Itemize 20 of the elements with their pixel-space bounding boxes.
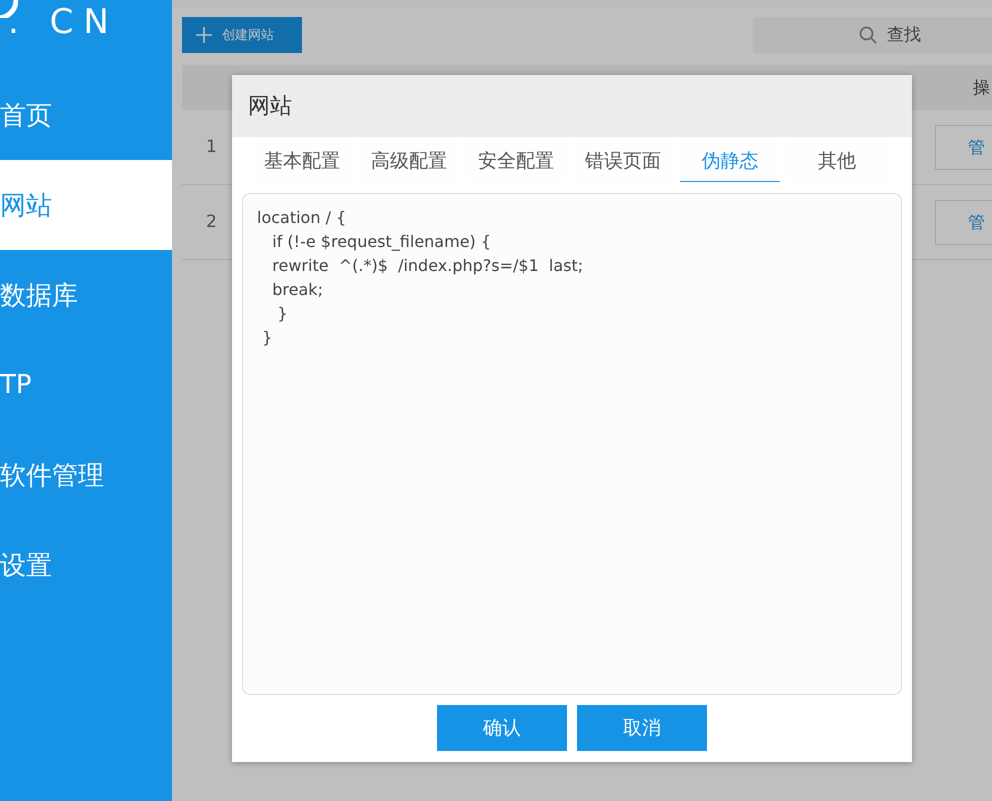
logo-text: . CN xyxy=(8,2,119,42)
column-header: 操 xyxy=(973,77,991,99)
create-website-button[interactable]: 创建网站 xyxy=(182,17,302,53)
sidebar-item[interactable]: 网站 xyxy=(0,160,172,250)
sidebar-item[interactable]: 数据库 xyxy=(0,250,172,340)
sidebar-item[interactable]: 首页 xyxy=(0,70,172,160)
row-number: 2 xyxy=(205,212,217,232)
row-number: 1 xyxy=(205,137,217,157)
confirm-button[interactable]: 确认 xyxy=(437,705,567,751)
manage-button[interactable]: 管 xyxy=(935,124,992,170)
sidebar-item[interactable]: 软件管理 xyxy=(0,430,172,520)
plus-icon xyxy=(196,27,212,43)
sidebar-item[interactable]: TP xyxy=(0,340,172,430)
sidebar-item[interactable]: 设置 xyxy=(0,520,172,610)
cancel-button[interactable]: 取消 xyxy=(577,705,707,751)
dialog-title: 网站 xyxy=(248,93,292,121)
manage-button[interactable]: 管 xyxy=(935,200,992,244)
search-field[interactable]: 查找 xyxy=(753,17,992,53)
code-editor[interactable]: location / { if (!-e $request_filename) { rewrite ^(.*)$ /index.php?s=/$1 last; break; } } xyxy=(242,193,902,695)
search-icon xyxy=(859,26,877,44)
